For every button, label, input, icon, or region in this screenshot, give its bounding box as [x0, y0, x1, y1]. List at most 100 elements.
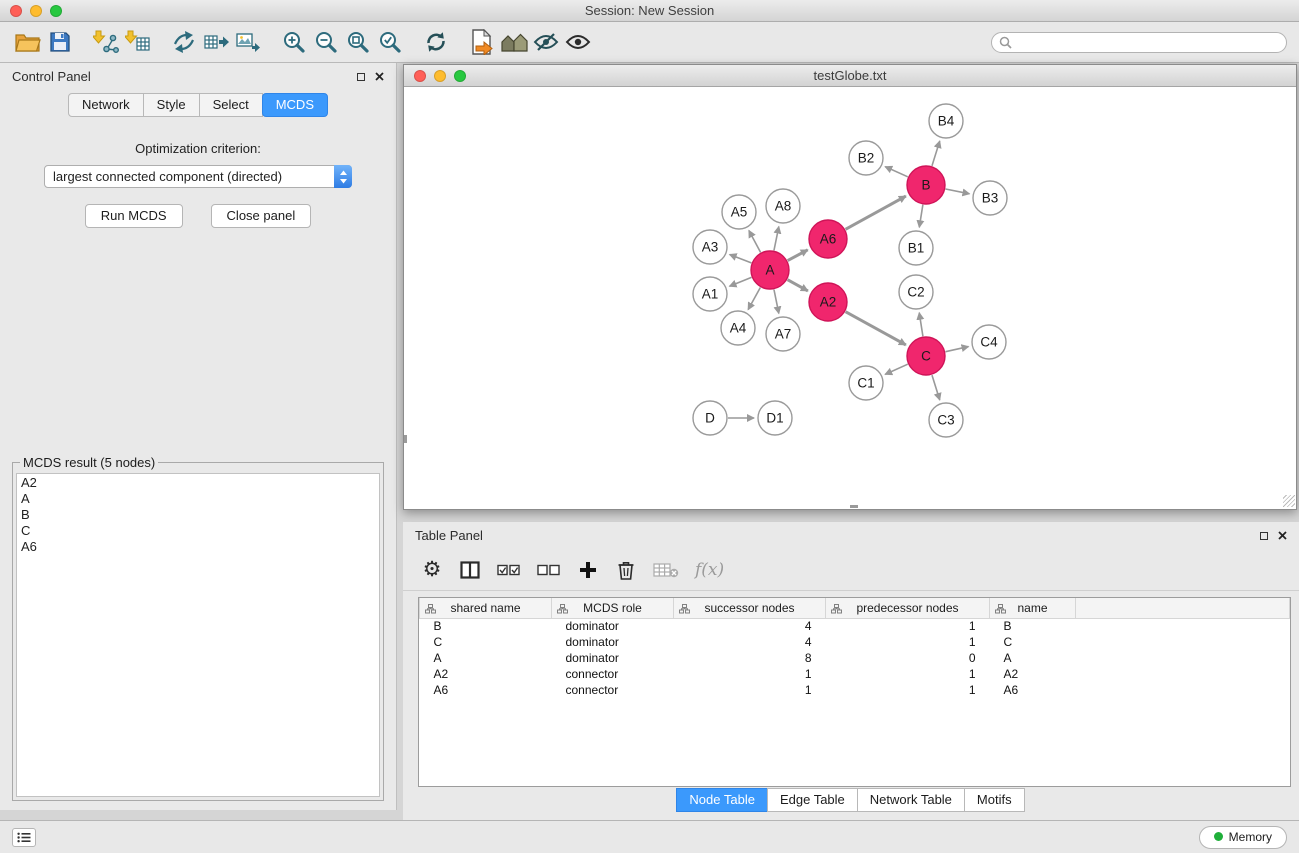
- graph-edge-A-A5[interactable]: [749, 231, 761, 253]
- mcds-result-item[interactable]: A6: [17, 539, 379, 555]
- window-resize-grip[interactable]: [1283, 495, 1295, 507]
- graph-node-B1[interactable]: B1: [899, 231, 933, 265]
- column-layout-icon[interactable]: [459, 557, 481, 583]
- mcds-result-item[interactable]: C: [17, 523, 379, 539]
- graph-node-C4[interactable]: C4: [972, 325, 1006, 359]
- hide-graphics-icon[interactable]: [530, 26, 562, 58]
- column-header-mcds-role[interactable]: MCDS role: [552, 598, 674, 618]
- gear-icon[interactable]: ⚙: [421, 557, 443, 583]
- graph-node-C2[interactable]: C2: [899, 275, 933, 309]
- graph-edge-A-A8[interactable]: [774, 227, 779, 251]
- table-cell[interactable]: 1: [826, 682, 990, 698]
- mcds-result-item[interactable]: B: [17, 507, 379, 523]
- network-canvas[interactable]: AA6A2BCA5A8A3A1A4A7B4B2B3B1C2C4C1C3DD1: [404, 87, 1296, 508]
- zoom-fit-icon[interactable]: [342, 26, 374, 58]
- mcds-result-list[interactable]: A2ABCA6: [16, 473, 380, 797]
- graph-node-B4[interactable]: B4: [929, 104, 963, 138]
- mcds-result-item[interactable]: A2: [17, 475, 379, 491]
- save-session-icon[interactable]: [44, 26, 76, 58]
- delete-column-icon[interactable]: [615, 557, 637, 583]
- delete-table-icon[interactable]: [653, 557, 679, 583]
- graph-node-A5[interactable]: A5: [722, 195, 756, 229]
- graph-edge-C-C4[interactable]: [946, 347, 969, 352]
- select-all-icon[interactable]: [497, 557, 521, 583]
- import-network-icon[interactable]: [90, 26, 122, 58]
- graph-edge-B-B4[interactable]: [932, 141, 940, 166]
- tab-mcds[interactable]: MCDS: [262, 93, 328, 117]
- open-document-icon[interactable]: [466, 26, 498, 58]
- graph-node-B2[interactable]: B2: [849, 141, 883, 175]
- export-image-icon[interactable]: [232, 26, 264, 58]
- table-cell[interactable]: B: [420, 618, 552, 634]
- tab-edge-table[interactable]: Edge Table: [767, 788, 858, 812]
- graph-node-C1[interactable]: C1: [849, 366, 883, 400]
- graph-edge-C-C2[interactable]: [919, 313, 923, 336]
- table-row[interactable]: Cdominator41C: [420, 634, 1290, 650]
- table-cell[interactable]: dominator: [552, 650, 674, 666]
- graph-node-A3[interactable]: A3: [693, 230, 727, 264]
- table-float-panel-icon[interactable]: [1260, 532, 1268, 540]
- graph-node-B3[interactable]: B3: [973, 181, 1007, 215]
- add-column-icon[interactable]: [577, 557, 599, 583]
- table-cell[interactable]: 1: [674, 666, 826, 682]
- table-cell[interactable]: C: [990, 634, 1076, 650]
- search-input[interactable]: [1012, 35, 1279, 49]
- graph-edge-C-C1[interactable]: [885, 364, 908, 374]
- table-row[interactable]: A2connector11A2: [420, 666, 1290, 682]
- table-cell[interactable]: connector: [552, 682, 674, 698]
- close-panel-button[interactable]: Close panel: [211, 204, 312, 228]
- zoom-out-icon[interactable]: [310, 26, 342, 58]
- graph-edge-A-A4[interactable]: [748, 288, 760, 310]
- table-row[interactable]: Adominator80A: [420, 650, 1290, 666]
- zoom-selected-icon[interactable]: [374, 26, 406, 58]
- tab-network-table[interactable]: Network Table: [857, 788, 965, 812]
- tab-motifs[interactable]: Motifs: [964, 788, 1025, 812]
- table-cell[interactable]: B: [990, 618, 1076, 634]
- optimization-criterion-select[interactable]: largest connected component (directed): [44, 165, 352, 188]
- unselect-all-icon[interactable]: [537, 557, 561, 583]
- table-row[interactable]: A6connector11A6: [420, 682, 1290, 698]
- table-cell[interactable]: A2: [990, 666, 1076, 682]
- table-cell[interactable]: 4: [674, 634, 826, 650]
- memory-button[interactable]: Memory: [1199, 826, 1287, 849]
- graph-edge-B-B1[interactable]: [919, 205, 923, 228]
- minimize-window-icon[interactable]: [30, 5, 42, 17]
- mcds-result-item[interactable]: A: [17, 491, 379, 507]
- column-header-name[interactable]: name: [990, 598, 1076, 618]
- graph-node-A8[interactable]: A8: [766, 189, 800, 223]
- show-panels-icon[interactable]: [12, 828, 36, 847]
- graph-edge-A-A6[interactable]: [788, 250, 808, 261]
- table-cell[interactable]: A6: [990, 682, 1076, 698]
- graph-edge-A6-B[interactable]: [846, 196, 906, 229]
- home-legacy-icon[interactable]: [498, 26, 530, 58]
- refresh-layout-icon[interactable]: [420, 26, 452, 58]
- zoom-in-icon[interactable]: [278, 26, 310, 58]
- graph-node-C[interactable]: C: [907, 337, 945, 375]
- graph-node-B[interactable]: B: [907, 166, 945, 204]
- zoom-window-icon[interactable]: [50, 5, 62, 17]
- network-zoom-icon[interactable]: [454, 70, 466, 82]
- show-graphics-icon[interactable]: [562, 26, 594, 58]
- graph-node-A1[interactable]: A1: [693, 277, 727, 311]
- table-cell[interactable]: 4: [674, 618, 826, 634]
- export-network-icon[interactable]: [168, 26, 200, 58]
- table-cell[interactable]: 1: [826, 666, 990, 682]
- graph-node-D1[interactable]: D1: [758, 401, 792, 435]
- open-folder-icon[interactable]: [12, 26, 44, 58]
- column-header-shared-name[interactable]: shared name: [420, 598, 552, 618]
- table-cell[interactable]: A: [420, 650, 552, 666]
- graph-edge-A-A1[interactable]: [729, 277, 751, 286]
- export-table-icon[interactable]: [200, 26, 232, 58]
- column-header-predecessor-nodes[interactable]: predecessor nodes: [826, 598, 990, 618]
- table-cell[interactable]: A: [990, 650, 1076, 666]
- table-cell[interactable]: A6: [420, 682, 552, 698]
- close-panel-icon[interactable]: [375, 72, 384, 81]
- table-cell[interactable]: dominator: [552, 634, 674, 650]
- table-cell[interactable]: A2: [420, 666, 552, 682]
- graph-node-A6[interactable]: A6: [809, 220, 847, 258]
- table-cell[interactable]: 1: [826, 618, 990, 634]
- table-close-panel-icon[interactable]: [1278, 531, 1287, 540]
- search-box[interactable]: [991, 32, 1287, 53]
- graph-edge-A-A3[interactable]: [730, 255, 752, 263]
- table-cell[interactable]: connector: [552, 666, 674, 682]
